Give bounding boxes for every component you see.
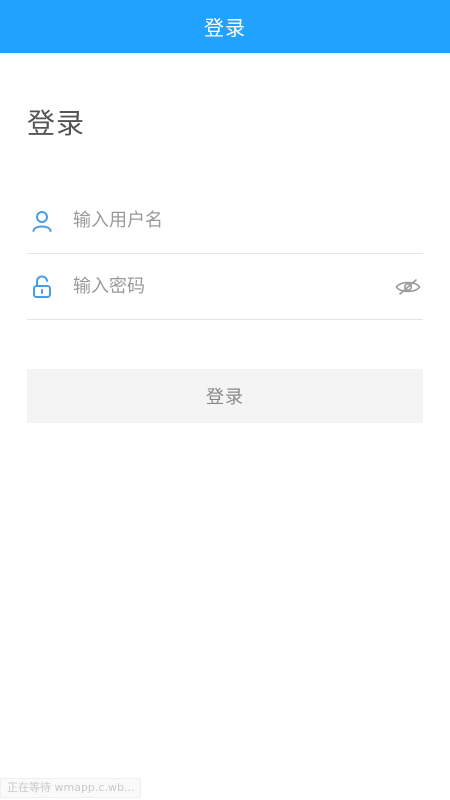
login-page: 登录 登录 登录 正在等待 wmapp. [0, 0, 450, 800]
user-icon [27, 206, 57, 236]
browser-status-text: 正在等待 wmapp.c.wb... [0, 778, 142, 798]
app-header: 登录 [0, 0, 450, 53]
password-field [27, 254, 423, 320]
header-title: 登录 [204, 16, 246, 40]
login-button[interactable]: 登录 [27, 369, 423, 423]
unlock-icon [27, 272, 57, 302]
username-field [27, 188, 423, 254]
password-input[interactable] [73, 266, 393, 307]
page-title: 登录 [27, 107, 86, 140]
username-input[interactable] [73, 200, 423, 241]
eye-hidden-icon[interactable] [393, 272, 423, 302]
